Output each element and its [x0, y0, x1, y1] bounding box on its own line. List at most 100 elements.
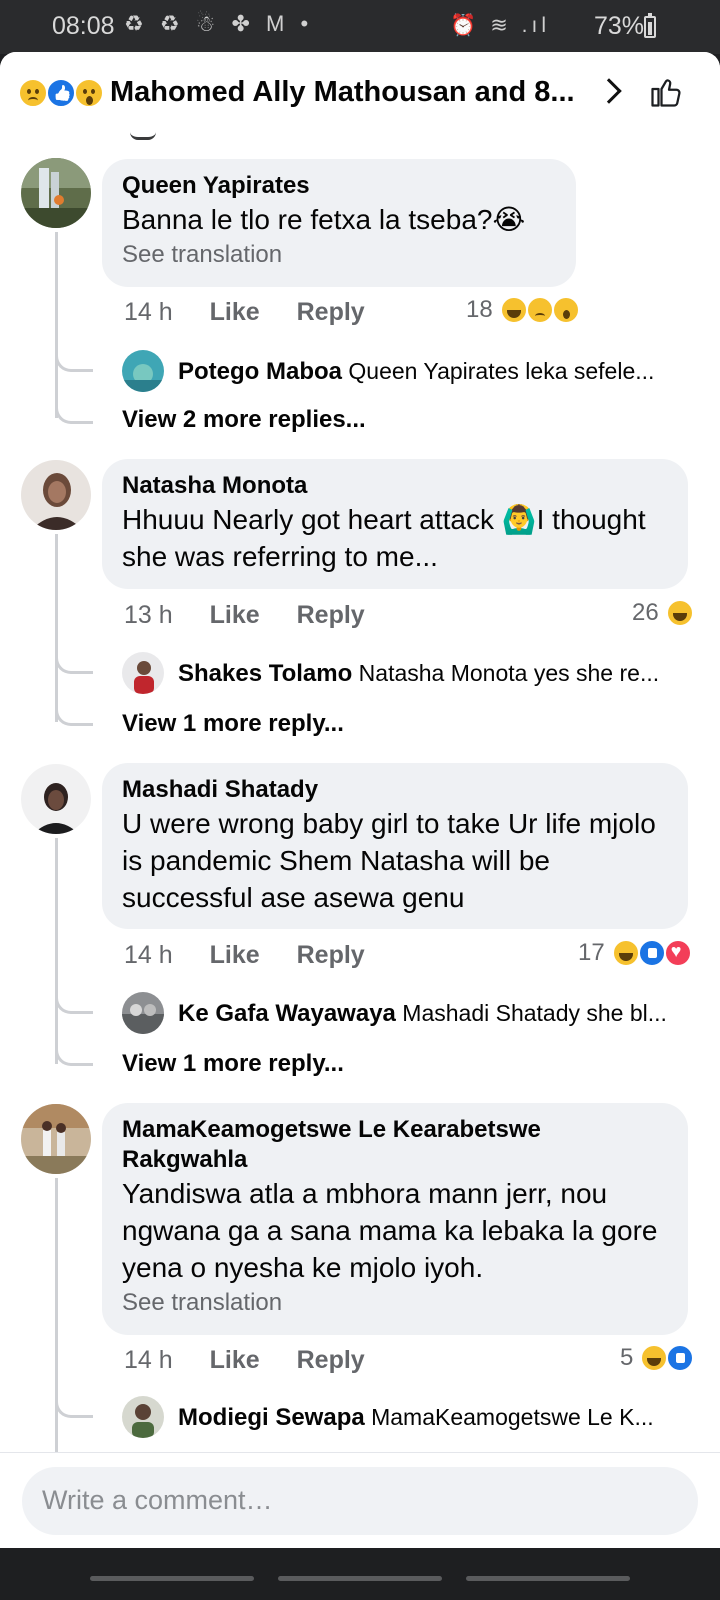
comment-time: 14 h [124, 941, 173, 969]
comment-text: Yandiswa atla a mbhora mann jerr, nou ng… [122, 1178, 658, 1283]
comment-bubble[interactable]: Natasha Monota Hhuuu Nearly got heart at… [102, 459, 688, 589]
avatar[interactable] [122, 350, 164, 392]
comment-bubble[interactable]: Queen Yapirates Banna le tlo re fetxa la… [102, 159, 576, 287]
like-button[interactable]: Like [210, 601, 260, 629]
reply-button[interactable]: Reply [297, 1346, 365, 1374]
avatar[interactable] [122, 1396, 164, 1438]
like-button[interactable]: Like [210, 1346, 260, 1374]
reply-branch-line [55, 704, 93, 726]
reply-branch-line [55, 402, 93, 424]
comment-author[interactable]: Mashadi Shatady [122, 775, 668, 805]
see-translation-link[interactable]: See translation [122, 1286, 668, 1320]
reply-author[interactable]: Potego Maboa [178, 358, 342, 385]
chevron-right-icon[interactable] [596, 78, 622, 104]
comment-list: Queen Yapirates Banna le tlo re fetxa la… [0, 132, 720, 1458]
status-time: 08:08 [52, 12, 115, 40]
sad-reaction-icon [526, 297, 553, 323]
love-reaction-icon [664, 940, 691, 966]
nav-home-button[interactable] [278, 1576, 442, 1581]
comment-bubble[interactable]: Mashadi Shatady U were wrong baby girl t… [102, 763, 688, 929]
haha-reaction-icon [641, 1345, 668, 1371]
reply-author[interactable]: Ke Gafa Wayawaya [178, 1000, 396, 1027]
view-more-replies[interactable]: View 1 more reply... [122, 710, 344, 738]
comment-text: Banna le tlo re fetxa la tseba?😭 [122, 204, 526, 235]
reply-branch-line [55, 992, 93, 1014]
reply-branch-line [55, 1396, 93, 1418]
reply-branch-line [55, 652, 93, 674]
previous-thread-end [130, 132, 156, 140]
status-bar: 08:08 ♻ ♻ ☃ ✤ M • ⏰ ≋ .ıl 73% [0, 0, 720, 54]
comment-author[interactable]: MamaKeamogetswe Le Kearabetswe Rakgwahla [122, 1115, 668, 1175]
avatar[interactable] [122, 652, 164, 694]
comment-input[interactable]: Write a comment… [22, 1467, 698, 1535]
comment-meta: 14 h Like Reply [124, 298, 395, 327]
reply-preview[interactable]: Ke Gafa Wayawaya Mashadi Shatady she bl.… [178, 1000, 688, 1028]
system-nav-bar [0, 1548, 720, 1600]
reply-author[interactable]: Shakes Tolamo [178, 660, 352, 687]
reaction-count[interactable]: 5 [620, 1344, 694, 1372]
reply-button[interactable]: Reply [297, 298, 365, 326]
reply-text: MamaKeamogetswe Le K... [371, 1404, 654, 1430]
reaction-count-number: 18 [466, 296, 493, 323]
comment-meta: 13 h Like Reply [124, 601, 395, 630]
reaction-count[interactable]: 26 [632, 599, 693, 627]
reaction-summary [18, 78, 106, 108]
comment-time: 14 h [124, 1346, 173, 1374]
comment-time: 13 h [124, 601, 173, 629]
reply-preview[interactable]: Shakes Tolamo Natasha Monota yes she re.… [178, 660, 688, 688]
comment-meta: 14 h Like Reply [124, 941, 395, 970]
nav-back-button[interactable] [466, 1576, 630, 1581]
comment-meta: 14 h Like Reply [124, 1346, 395, 1375]
reply-branch-line [55, 1044, 93, 1066]
view-more-replies[interactable]: View 1 more reply... [122, 1050, 344, 1078]
haha-reaction-icon [612, 940, 639, 966]
reply-branch-line [55, 350, 93, 372]
comment-time: 14 h [124, 298, 173, 326]
thread-line [55, 1178, 58, 1458]
reply-preview[interactable]: Potego Maboa Queen Yapirates leka sefele… [178, 358, 688, 386]
reaction-count-number: 17 [578, 939, 605, 966]
haha-reaction-icon [666, 600, 693, 626]
notification-icons: ♻ ♻ ☃ ✤ M • [124, 11, 314, 36]
reply-button[interactable]: Reply [297, 601, 365, 629]
sad-reaction-icon [18, 78, 48, 108]
battery-icon [644, 13, 656, 38]
see-translation-link[interactable]: See translation [122, 238, 556, 272]
wow-reaction-icon [74, 78, 104, 108]
comment-author[interactable]: Natasha Monota [122, 471, 668, 501]
comment-author[interactable]: Queen Yapirates [122, 171, 556, 201]
like-button[interactable]: Like [210, 298, 260, 326]
reactors-title[interactable]: Mahomed Ally Mathousan and 8... [110, 76, 580, 109]
avatar[interactable] [122, 992, 164, 1034]
reply-author[interactable]: Modiegi Sewapa [178, 1404, 365, 1431]
avatar[interactable] [21, 158, 91, 228]
reply-button[interactable]: Reply [297, 941, 365, 969]
reply-text: Natasha Monota yes she re... [358, 660, 660, 686]
reaction-count-number: 5 [620, 1344, 634, 1371]
reaction-count[interactable]: 18 [466, 296, 579, 324]
view-more-replies[interactable]: View 2 more replies... [122, 406, 366, 434]
like-reaction-icon [638, 940, 665, 966]
battery-level: 73% [593, 12, 644, 40]
like-reaction-icon [667, 1345, 694, 1371]
thread-line [55, 232, 58, 418]
comment-text: Hhuuu Nearly got heart attack 🙆‍♂️I thou… [122, 504, 646, 572]
reactions-header[interactable]: Mahomed Ally Mathousan and 8... [0, 52, 720, 132]
haha-reaction-icon [500, 297, 527, 323]
comment-bubble[interactable]: MamaKeamogetswe Le Kearabetswe Rakgwahla… [102, 1103, 688, 1335]
reaction-count-number: 26 [632, 599, 659, 626]
avatar[interactable] [21, 1104, 91, 1174]
reply-preview[interactable]: Modiegi Sewapa MamaKeamogetswe Le K... [178, 1404, 688, 1432]
wow-reaction-icon [552, 297, 579, 323]
reaction-count[interactable]: 17 [578, 939, 691, 967]
comment-text: U were wrong baby girl to take Ur life m… [122, 808, 656, 913]
avatar[interactable] [21, 764, 91, 834]
reply-text: Queen Yapirates leka sefele... [348, 358, 655, 384]
avatar[interactable] [21, 460, 91, 530]
nav-recents-button[interactable] [90, 1576, 254, 1581]
comment-composer: Write a comment… [0, 1452, 720, 1548]
thread-line [55, 838, 58, 1064]
like-reaction-icon [46, 78, 76, 108]
like-button[interactable]: Like [210, 941, 260, 969]
like-button-icon[interactable] [648, 74, 684, 110]
